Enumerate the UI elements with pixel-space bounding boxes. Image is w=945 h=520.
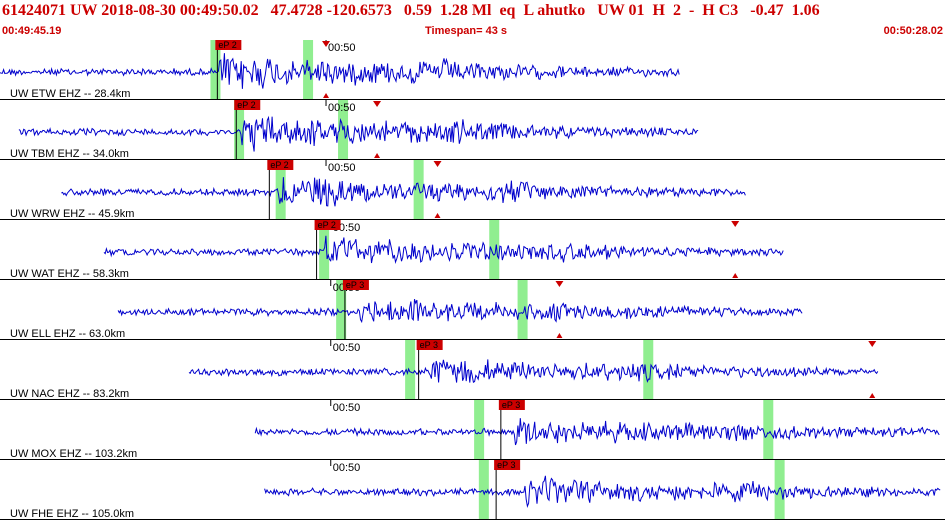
station-label: UW FHE EHZ -- 105.0km [10, 508, 134, 520]
seismogram-panel[interactable]: 00:50 eP 2 UW ETW EHZ -- 28.4km 00:50 eP 2 UW… [0, 40, 945, 520]
arrival-marker [731, 221, 740, 227]
station-label: UW ELL EHZ -- 63.0km [10, 328, 125, 340]
event-title: 61424071 UW 2018-08-30 00:49:50.02 47.47… [2, 2, 820, 19]
start-time: 00:49:45.19 [2, 25, 62, 37]
time-tick-label: 00:50 [333, 402, 361, 414]
time-tick-label: 00:50 [328, 162, 356, 174]
pick-window [489, 220, 500, 279]
pick-label[interactable]: eP 3 [502, 400, 520, 410]
station-label: UW TBM EHZ -- 34.0km [10, 148, 129, 160]
arrival-marker [323, 93, 330, 98]
waveform [254, 418, 940, 446]
pick-window [478, 460, 489, 519]
arrival-marker [868, 341, 877, 347]
pick-label[interactable]: eP 2 [237, 100, 255, 110]
time-tick-label: 00:50 [328, 42, 356, 54]
arrival-marker [556, 333, 563, 338]
pick-window [774, 460, 785, 519]
arrival-marker [433, 161, 442, 167]
end-time: 00:50:28.02 [883, 25, 943, 37]
event-header: 61424071 UW 2018-08-30 00:49:50.02 47.47… [0, 0, 945, 40]
pick-window [517, 280, 528, 339]
station-label: UW WAT EHZ -- 58.3km [10, 268, 129, 280]
station-label: UW NAC EHZ -- 83.2km [10, 388, 129, 400]
timespan: Timespan= 43 s [425, 25, 508, 37]
waveform [18, 115, 699, 152]
waveform [117, 299, 803, 324]
station-label: UW WRW EHZ -- 45.9km [10, 208, 134, 220]
station-label: UW ETW EHZ -- 28.4km [10, 88, 130, 100]
arrival-marker [555, 281, 564, 287]
arrival-marker [732, 273, 739, 278]
arrival-marker [434, 213, 441, 218]
arrival-marker [373, 101, 382, 107]
waveform [264, 475, 941, 509]
station-label: UW MOX EHZ -- 103.2km [10, 448, 137, 460]
arrival-marker [869, 393, 876, 398]
pick-window [763, 400, 774, 459]
waveform [61, 177, 746, 207]
time-tick-label: 00:50 [333, 462, 361, 474]
pick-label[interactable]: eP 2 [318, 220, 336, 230]
pick-label[interactable]: eP 3 [346, 280, 364, 290]
waveform [188, 359, 879, 383]
pick-label[interactable]: eP 3 [420, 340, 438, 350]
pick-label[interactable]: eP 2 [218, 40, 236, 50]
time-tick-label: 00:50 [333, 342, 361, 354]
time-tick-label: 00:50 [328, 102, 356, 114]
pick-label[interactable]: eP 2 [270, 160, 288, 170]
arrival-marker [374, 153, 381, 158]
waveform [103, 235, 784, 265]
waveform [0, 53, 680, 89]
pick-label[interactable]: eP 3 [497, 460, 515, 470]
